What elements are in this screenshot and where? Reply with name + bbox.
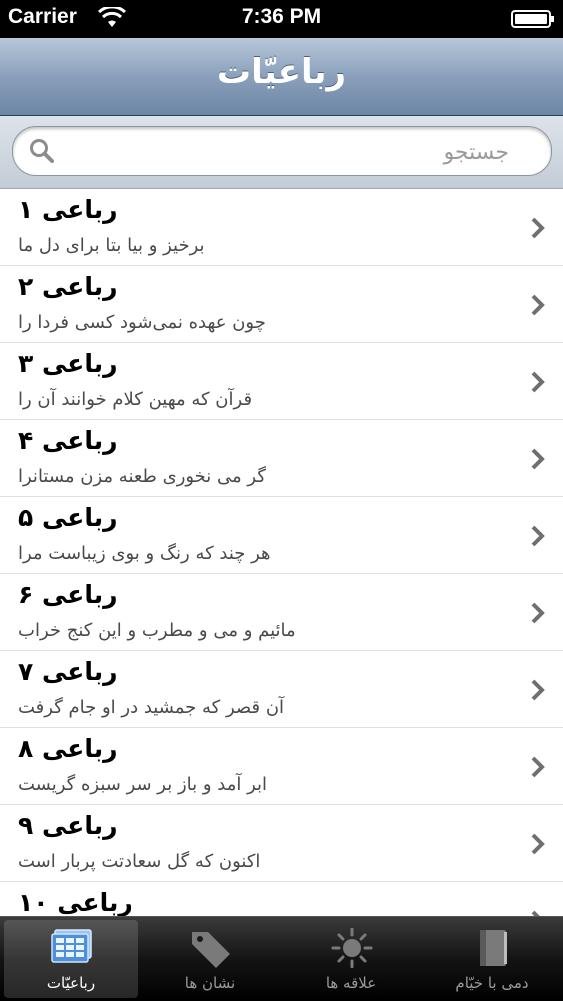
- chevron-right-icon: [531, 602, 545, 628]
- chevron-right-icon: [531, 756, 545, 782]
- item-title: رباعی ۶: [18, 580, 118, 609]
- item-subtitle: چون عهده نمی‌شود کسی فردا را: [18, 312, 266, 333]
- chevron-right-icon: [531, 294, 545, 320]
- chevron-right-icon: [531, 371, 545, 397]
- tab-favorites[interactable]: علاقه ها: [284, 920, 418, 998]
- list-item[interactable]: رباعی ۴ گر می نخوری طعنه مزن مستانرا: [0, 420, 563, 497]
- item-title: رباعی ۵: [18, 503, 118, 532]
- tab-label: رباعیّات: [46, 974, 96, 992]
- list-item[interactable]: رباعی ۸ ابر آمد و باز بر سر سبزه گریست: [0, 728, 563, 805]
- rubaiyat-list: رباعی ۱ برخیز و بیا بتا برای دل ما رباعی…: [0, 189, 563, 916]
- list-item[interactable]: رباعی ۶ مائیم و می و مطرب و این کنج خراب: [0, 574, 563, 651]
- tag-icon: [188, 928, 234, 972]
- item-subtitle: مائیم و می و مطرب و این کنج خراب: [18, 620, 296, 641]
- list-item[interactable]: رباعی ۲ چون عهده نمی‌شود کسی فردا را: [0, 266, 563, 343]
- item-subtitle: هر چند که رنگ و بوی زیباست مرا: [18, 543, 271, 564]
- search-icon: [29, 138, 55, 168]
- status-bar: Carrier 7:36 PM: [0, 0, 563, 38]
- navigation-bar: رباعیّات: [0, 38, 563, 116]
- page-title: رباعیّات: [216, 52, 347, 92]
- list-item[interactable]: رباعی ۳ قرآن که مهین کلام خوانند آن را: [0, 343, 563, 420]
- chevron-right-icon: [531, 525, 545, 551]
- tab-label: دمی با خیّام: [455, 974, 529, 992]
- item-subtitle: ابر آمد و باز بر سر سبزه گریست: [18, 774, 268, 795]
- item-title: رباعی ۹: [18, 811, 118, 840]
- item-subtitle: آن قصر که جمشید در او جام گرفت: [18, 697, 285, 718]
- list-item[interactable]: رباعی ۱ برخیز و بیا بتا برای دل ما: [0, 189, 563, 266]
- item-title: رباعی ۴: [18, 426, 118, 455]
- status-time: 7:36 PM: [241, 5, 322, 28]
- search-input[interactable]: [73, 135, 511, 169]
- item-title: رباعی ۸: [18, 734, 118, 763]
- list-item[interactable]: رباعی ۷ آن قصر که جمشید در او جام گرفت: [0, 651, 563, 728]
- search-bar: [0, 116, 563, 189]
- book-icon: [470, 928, 516, 972]
- tab-rubaiyat[interactable]: رباعیّات: [4, 920, 138, 998]
- item-title: رباعی ۱۰: [18, 888, 133, 916]
- chevron-right-icon: [531, 679, 545, 705]
- list-item[interactable]: رباعی ۵ هر چند که رنگ و بوی زیباست مرا: [0, 497, 563, 574]
- list-item[interactable]: رباعی ۹ اکنون که گل سعادتت پربار است: [0, 805, 563, 882]
- item-title: رباعی ۲: [18, 272, 118, 301]
- item-subtitle: قرآن که مهین کلام خوانند آن را: [18, 389, 253, 410]
- tab-bar: رباعیّات نشان ها علاقه ها دمی با خیّام: [0, 916, 563, 1001]
- chevron-right-icon: [531, 217, 545, 243]
- tab-label: علاقه ها: [325, 974, 377, 992]
- search-field[interactable]: [12, 126, 552, 176]
- battery-icon: [511, 10, 555, 28]
- item-title: رباعی ۳: [18, 349, 118, 378]
- item-title: رباعی ۷: [18, 657, 118, 686]
- tab-label: نشان ها: [184, 974, 236, 992]
- grid-icon: [49, 928, 95, 972]
- item-title: رباعی ۱: [18, 195, 118, 224]
- chevron-right-icon: [531, 833, 545, 859]
- sun-icon: [329, 927, 375, 972]
- item-subtitle: برخیز و بیا بتا برای دل ما: [18, 235, 205, 256]
- item-subtitle: گر می نخوری طعنه مزن مستانرا: [18, 466, 266, 487]
- item-subtitle: اکنون که گل سعادتت پربار است: [18, 851, 261, 872]
- tab-about-khayyam[interactable]: دمی با خیّام: [425, 920, 559, 998]
- chevron-right-icon: [531, 448, 545, 474]
- list-item[interactable]: رباعی ۱۰: [0, 882, 563, 916]
- tab-bookmarks[interactable]: نشان ها: [143, 920, 277, 998]
